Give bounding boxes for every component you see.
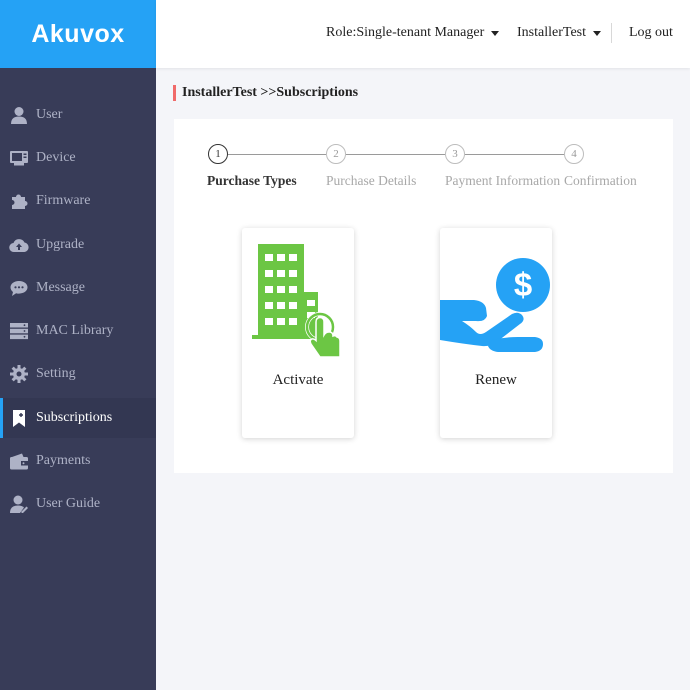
step-1-label: Purchase Types <box>207 173 297 188</box>
sidebar-item-label: User Guide <box>36 496 101 511</box>
breadcrumb: InstallerTest >>Subscriptions <box>173 85 358 101</box>
sidebar-item-label: User <box>36 107 63 122</box>
bookmark-icon <box>9 408 29 428</box>
activate-card[interactable]: Activate <box>242 228 354 438</box>
server-icon <box>9 321 29 341</box>
sidebar-item-mac-library[interactable]: MAC Library <box>0 311 156 351</box>
activate-label: Activate <box>272 372 324 388</box>
sidebar-item-label: Message <box>36 280 85 295</box>
step-2-label: Purchase Details <box>326 173 417 188</box>
user-icon <box>9 105 29 125</box>
gear-icon <box>9 364 29 384</box>
cloud-upload-icon <box>9 235 29 255</box>
sidebar-item-label: Subscriptions <box>36 410 113 425</box>
sidebar: User Device Firmware Upgrade Message MAC… <box>0 68 156 690</box>
logo: Akuvox <box>0 0 156 68</box>
sidebar-item-label: Device <box>36 150 76 165</box>
step-connector <box>465 154 564 155</box>
step-connector <box>228 154 326 155</box>
sidebar-item-label: Setting <box>36 366 76 381</box>
sidebar-item-firmware[interactable]: Firmware <box>0 181 156 221</box>
step-4-label: Confirmation <box>564 173 637 188</box>
sidebar-item-user-guide[interactable]: User Guide <box>0 484 156 524</box>
chevron-down-icon <box>491 30 500 36</box>
puzzle-icon <box>9 191 29 211</box>
logout-label: Log out <box>629 25 673 40</box>
sidebar-item-label: MAC Library <box>36 323 114 338</box>
sidebar-item-device[interactable]: Device <box>0 138 156 178</box>
hand-dollar-icon: $ <box>440 258 550 352</box>
sidebar-item-message[interactable]: Message <box>0 268 156 308</box>
step-3-indicator: 3 <box>445 144 465 164</box>
user-guide-icon <box>9 494 29 514</box>
role-dropdown[interactable]: Role:Single-tenant Manager <box>326 25 500 41</box>
role-label: Role:Single-tenant Manager <box>326 25 485 40</box>
sidebar-item-label: Payments <box>36 453 91 468</box>
step-connector <box>346 154 445 155</box>
header-divider <box>611 23 612 43</box>
step-2-indicator: 2 <box>326 144 346 164</box>
sidebar-item-label: Firmware <box>36 193 91 208</box>
step-1-indicator: 1 <box>208 144 228 164</box>
chevron-down-icon <box>593 30 601 36</box>
sidebar-item-payments[interactable]: Payments <box>0 441 156 481</box>
sidebar-item-user[interactable]: User <box>0 95 156 135</box>
message-icon <box>9 278 29 298</box>
building-tap-icon <box>252 244 341 358</box>
sidebar-item-setting[interactable]: Setting <box>0 354 156 394</box>
sidebar-item-label: Upgrade <box>36 237 85 252</box>
sidebar-item-upgrade[interactable]: Upgrade <box>0 225 156 265</box>
logout-link[interactable]: Log out <box>629 25 673 41</box>
wallet-icon <box>9 451 29 471</box>
renew-label: Renew <box>475 372 517 388</box>
user-label: InstallerTest <box>517 25 586 40</box>
sidebar-item-subscriptions[interactable]: Subscriptions <box>0 398 156 438</box>
renew-card[interactable]: $ Renew <box>440 228 552 438</box>
step-3-label: Payment Information <box>445 173 561 188</box>
device-icon <box>9 148 29 168</box>
svg-text:$: $ <box>514 266 532 303</box>
user-dropdown[interactable]: InstallerTest <box>517 25 601 41</box>
step-4-indicator: 4 <box>564 144 584 164</box>
logo-text: Akuvox <box>31 19 125 48</box>
top-header: Role:Single-tenant Manager InstallerTest… <box>156 0 690 68</box>
